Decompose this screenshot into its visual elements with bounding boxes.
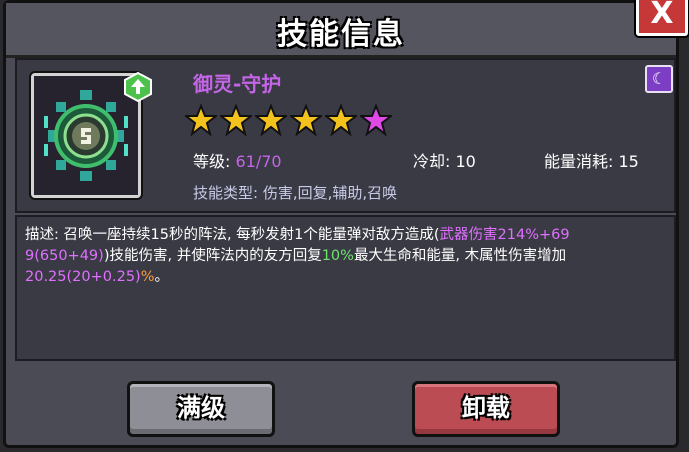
description-text: 描述: 召唤一座持续15秒的阵法, 每秒发射1个能量弹对敌方造成( (25, 227, 440, 243)
heal-percent: 10% (321, 248, 354, 264)
skill-name: 御灵-守护 (193, 72, 282, 96)
skill-description: 描述: 召唤一座持续15秒的阵法, 每秒发射1个能量弹对敌方造成(武器伤害214… (15, 215, 676, 361)
star-rating (185, 104, 392, 138)
cooldown-value: 10 (455, 152, 476, 171)
skill-types: 技能类型: 伤害,回复,辅助,召唤 (193, 184, 398, 202)
wood-bonus-value: 20.25(20+0.25) (25, 269, 141, 285)
star-icon (185, 104, 217, 138)
cooldown-label: 冷却: (413, 152, 451, 171)
description-text: )技能伤害, 并使阵法内的友方回复 (103, 248, 322, 264)
skill-summary-box: 御灵-守护 ☾ 等级: 61/70 冷却: 10 能量消耗: 15 技能类型: … (15, 58, 676, 213)
close-button[interactable]: X (636, 0, 688, 36)
description-line: 描述: 召唤一座持续15秒的阵法, 每秒发射1个能量弹对敌方造成(武器伤害214… (25, 225, 666, 246)
skill-info-dialog: 技能信息 御灵-守护 ☾ 等级: 61/70 冷却: 10 能量消耗: 15 技… (3, 0, 679, 448)
description-line: 9(650+49))技能伤害, 并使阵法内的友方回复10%最大生命和能量, 木属… (25, 246, 666, 267)
damage-formula: 武器伤害214%+69 (439, 227, 570, 243)
star-icon (220, 104, 252, 138)
dialog-title: 技能信息 (277, 17, 405, 52)
max-level-button[interactable]: 满级 (127, 381, 275, 437)
unequip-button[interactable]: 卸载 (412, 381, 560, 437)
energy-stat: 能量消耗: 15 (544, 148, 639, 172)
star-icon (255, 104, 287, 138)
level-label: 等级: (193, 152, 231, 171)
description-text: 。 (154, 269, 170, 285)
star-icon (290, 104, 322, 138)
moon-icon[interactable]: ☾ (645, 65, 673, 93)
cooldown-stat: 冷却: 10 (413, 148, 476, 172)
description-line: 20.25(20+0.25)%。 (25, 267, 666, 288)
energy-value: 15 (618, 152, 639, 171)
dialog-header: 技能信息 (6, 3, 676, 58)
level-stat: 等级: 61/70 (193, 148, 282, 172)
percent-sign: % (140, 269, 155, 285)
damage-formula: 9(650+49) (25, 248, 104, 264)
star-icon (325, 104, 357, 138)
level-value: 61/70 (235, 152, 282, 171)
energy-label: 能量消耗: (544, 152, 614, 171)
description-text: 最大生命和能量, 木属性伤害增加 (353, 248, 567, 264)
bonus-star-icon (360, 104, 392, 138)
upgrade-badge-icon (124, 72, 152, 102)
